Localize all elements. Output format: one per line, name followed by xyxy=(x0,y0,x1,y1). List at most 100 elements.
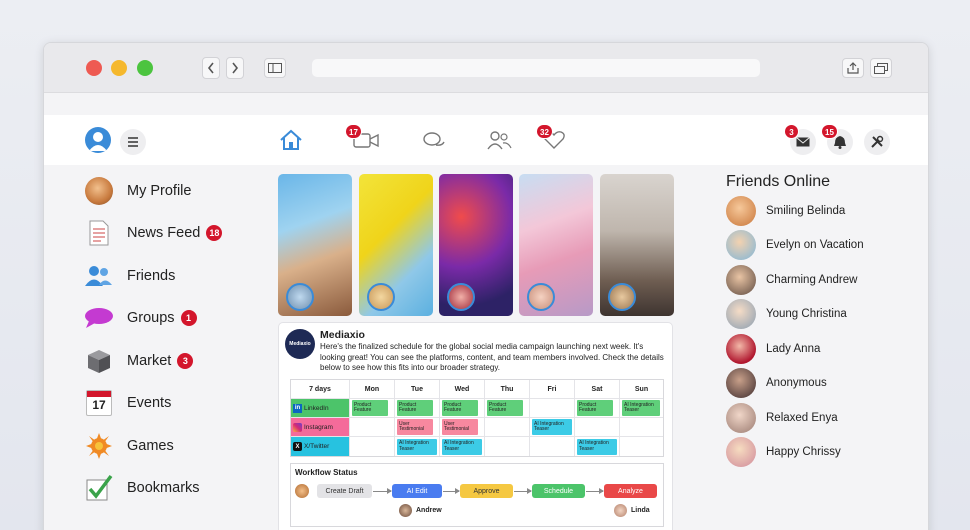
table-cell[interactable]: Product Feature xyxy=(395,399,440,417)
messages-nav[interactable] xyxy=(420,127,448,153)
assignee-linda[interactable]: Linda xyxy=(614,504,650,517)
friend-name: Relaxed Enya xyxy=(766,412,838,424)
linkedin-icon: in xyxy=(293,403,302,413)
assignee-andrew[interactable]: Andrew xyxy=(399,504,442,517)
table-cell[interactable] xyxy=(620,418,663,436)
maximize-window-button[interactable] xyxy=(137,60,153,76)
notifications-button[interactable]: 15 xyxy=(821,124,853,155)
step-create-draft[interactable]: Create Draft xyxy=(317,484,372,498)
story-card[interactable] xyxy=(439,174,513,316)
table-header: Mon xyxy=(350,380,395,398)
table-cell[interactable]: Product Feature xyxy=(575,399,620,417)
avatar xyxy=(726,196,756,226)
table-cell[interactable]: Product Feature xyxy=(350,399,395,417)
avatar xyxy=(726,334,756,364)
friend-item[interactable]: Charming Andrew xyxy=(726,265,857,295)
post-author-logo[interactable]: Mediaxio xyxy=(285,329,315,359)
table-cell[interactable]: User Testimonial xyxy=(395,418,440,436)
title-bar xyxy=(44,43,928,93)
avatar xyxy=(726,403,756,433)
table-cell[interactable]: Product Feature xyxy=(485,399,530,417)
table-cell[interactable] xyxy=(485,418,530,436)
table-cell[interactable]: User Testimonial xyxy=(440,418,485,436)
address-bar[interactable] xyxy=(312,59,760,77)
sidebar-item-news-feed[interactable]: News Feed 18 xyxy=(84,216,223,250)
assignee-avatar xyxy=(295,484,309,498)
platform-cell-linkedin: in LinkedIn xyxy=(291,399,350,417)
likes-nav[interactable]: 32 xyxy=(536,124,568,153)
step-approve[interactable]: Approve xyxy=(460,484,513,498)
sidebar-item-my-profile[interactable]: My Profile xyxy=(84,174,191,208)
back-button[interactable] xyxy=(202,57,220,79)
table-cell[interactable]: AI Integration Teaser xyxy=(575,437,620,456)
settings-button[interactable] xyxy=(864,129,890,155)
assignee-name: Andrew xyxy=(416,507,442,514)
feed-post: Mediaxio Mediaxio Here's the finalized s… xyxy=(278,322,673,530)
sidebar-icon xyxy=(268,63,282,73)
table-cell[interactable]: AI Integration Teaser xyxy=(620,399,663,417)
home-nav[interactable] xyxy=(277,127,305,153)
games-icon xyxy=(84,431,114,461)
sidebar-item-groups[interactable]: Groups 1 xyxy=(84,301,197,335)
sidebar-item-label: Groups xyxy=(127,310,175,326)
tabs-icon xyxy=(874,62,888,74)
table-header: Fri xyxy=(530,380,575,398)
table-cell[interactable] xyxy=(530,437,575,456)
table-cell[interactable] xyxy=(485,437,530,456)
friend-item[interactable]: Smiling Belinda xyxy=(726,196,845,226)
table-header: Sun xyxy=(634,385,649,393)
story-card[interactable] xyxy=(278,174,352,316)
table-cell[interactable] xyxy=(530,399,575,417)
table-cell[interactable]: AI Integration Teaser xyxy=(530,418,575,436)
video-nav[interactable]: 17 xyxy=(345,124,380,153)
friend-item[interactable]: Happy Chrissy xyxy=(726,437,841,467)
sidebar-item-label: Market xyxy=(127,353,172,369)
tabs-button[interactable] xyxy=(870,58,892,78)
table-cell[interactable]: AI Integration Teaser xyxy=(395,437,440,456)
table-cell[interactable]: AI Integration Teaser xyxy=(440,437,485,456)
table-cell[interactable] xyxy=(350,437,395,456)
menu-button[interactable] xyxy=(120,129,146,155)
story-avatar xyxy=(367,283,395,311)
friend-item[interactable]: Evelyn on Vacation xyxy=(726,230,864,260)
close-window-button[interactable] xyxy=(86,60,102,76)
story-card[interactable] xyxy=(519,174,593,316)
table-cell[interactable]: Product Feature xyxy=(440,399,485,417)
friend-item[interactable]: Young Christina xyxy=(726,299,847,329)
checkmark-icon xyxy=(84,473,114,503)
instagram-icon xyxy=(293,422,302,432)
friends-nav[interactable] xyxy=(485,127,513,153)
post-text: Here's the finalized schedule for the gl… xyxy=(320,342,664,372)
table-cell[interactable] xyxy=(575,418,620,436)
table-cell[interactable] xyxy=(620,437,663,456)
sidebar-toggle-button[interactable] xyxy=(264,58,286,78)
friend-item[interactable]: Anonymous xyxy=(726,368,827,398)
step-analyze[interactable]: Analyze xyxy=(604,484,657,498)
forward-button[interactable] xyxy=(226,57,244,79)
story-avatar xyxy=(447,283,475,311)
sidebar-item-events[interactable]: 17 Events xyxy=(84,386,171,420)
profile-avatar-button[interactable] xyxy=(85,127,111,153)
sidebar-item-friends[interactable]: Friends xyxy=(84,259,175,293)
user-icon xyxy=(89,132,107,151)
avatar xyxy=(726,437,756,467)
friend-item[interactable]: Relaxed Enya xyxy=(726,403,838,433)
story-card[interactable] xyxy=(600,174,674,316)
friend-item[interactable]: Lady Anna xyxy=(726,334,820,364)
step-ai-edit[interactable]: AI Edit xyxy=(392,484,442,498)
story-card[interactable] xyxy=(359,174,433,316)
story-avatar xyxy=(286,283,314,311)
mail-button[interactable]: 3 xyxy=(784,124,816,155)
workflow-panel: Workflow Status Create Draft AI Edit App… xyxy=(290,463,664,527)
platform-label: Instagram xyxy=(304,423,333,431)
avatar xyxy=(614,504,627,517)
friend-name: Evelyn on Vacation xyxy=(766,239,864,251)
table-cell[interactable] xyxy=(350,418,395,436)
share-button[interactable] xyxy=(842,58,864,78)
post-author[interactable]: Mediaxio xyxy=(320,329,365,341)
sidebar-item-games[interactable]: Games xyxy=(84,429,174,463)
step-schedule[interactable]: Schedule xyxy=(532,484,585,498)
sidebar-item-bookmarks[interactable]: Bookmarks xyxy=(84,471,200,505)
minimize-window-button[interactable] xyxy=(111,60,127,76)
sidebar-item-market[interactable]: Market 3 xyxy=(84,344,194,378)
